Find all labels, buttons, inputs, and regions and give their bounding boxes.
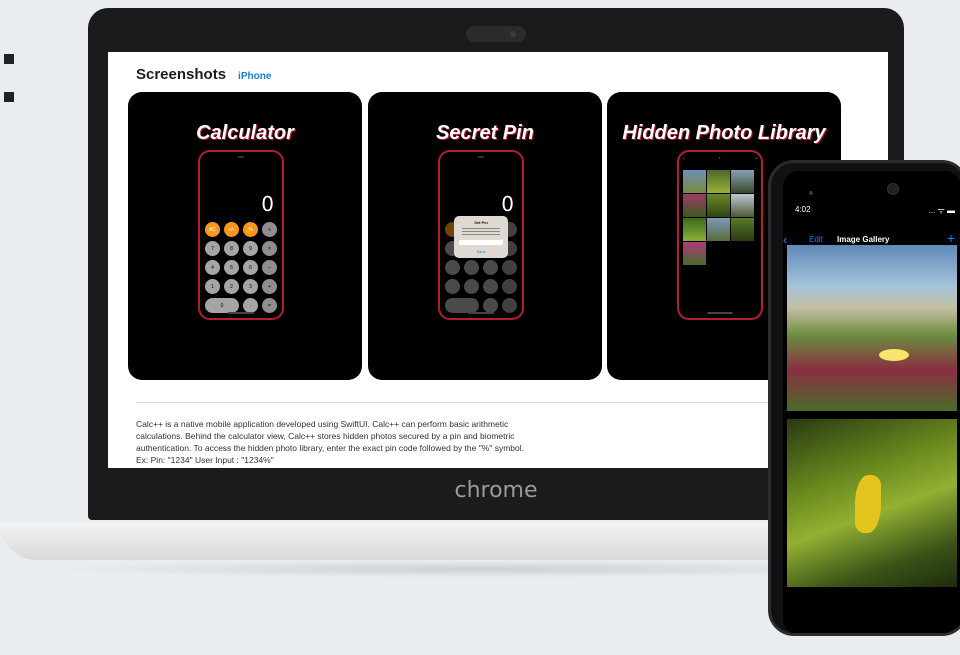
app-description: Calc++ is a native mobile application de… xyxy=(136,418,616,466)
phone-sensor-icon xyxy=(809,191,813,195)
dialog-title: Set Pin xyxy=(474,220,488,225)
dialog-save-button: Save xyxy=(476,249,486,254)
key-7: 7 xyxy=(205,241,220,256)
thumbnail xyxy=(683,218,706,241)
key-8: 8 xyxy=(224,241,239,256)
laptop-camera-notch xyxy=(466,26,526,42)
flower-shape xyxy=(879,349,909,361)
thumbnail xyxy=(683,194,706,217)
key-minus: − xyxy=(262,260,277,275)
key-equals: = xyxy=(262,298,277,313)
key-3: 3 xyxy=(243,279,258,294)
thumbnail xyxy=(707,218,730,241)
key-0: 0 xyxy=(205,298,239,313)
key-plus-minus: +/- xyxy=(224,222,239,237)
laptop-camera-icon xyxy=(510,31,516,37)
description-line: Ex: Pin: "1234" User Input : "1234%" xyxy=(136,455,274,465)
iphone-mockup: 0 Set Pin Save xyxy=(438,150,524,320)
status-bar: 4:02 ... ᯤ ▬ xyxy=(795,205,955,216)
thumbnail xyxy=(683,170,706,193)
tab-iphone[interactable]: iPhone xyxy=(238,71,271,82)
key-5: 5 xyxy=(224,260,239,275)
key-percent: % xyxy=(243,222,258,237)
description-line: calculations. Behind the calculator view… xyxy=(136,431,515,441)
key-9: 9 xyxy=(243,241,258,256)
pin-input xyxy=(459,240,503,245)
card-title: Hidden Photo Library xyxy=(622,122,826,144)
decorative-square-2 xyxy=(4,92,14,102)
key-multiply: × xyxy=(262,241,277,256)
key-ac: AC xyxy=(205,222,220,237)
mockup-notch xyxy=(238,156,244,158)
key-1: 1 xyxy=(205,279,220,294)
add-photo-icon[interactable]: + xyxy=(947,230,955,246)
key-decimal: . xyxy=(243,298,258,313)
gallery-header: ‹ ▪ + xyxy=(683,156,757,160)
set-pin-dialog: Set Pin Save xyxy=(454,216,508,258)
screenshot-card-secret-pin[interactable]: Secret Pin 0 Set Pin Save xyxy=(368,92,602,380)
card-title: Secret Pin xyxy=(436,122,534,144)
calculator-display: 0 xyxy=(501,192,514,216)
card-title: Calculator xyxy=(196,122,294,144)
leaf-shape xyxy=(855,475,881,533)
description-line: Calc++ is a native mobile application de… xyxy=(136,419,509,429)
gallery-title: Image Gallery xyxy=(837,235,890,244)
gallery-photo-leaves[interactable] xyxy=(787,419,957,587)
calculator-display: 0 xyxy=(261,192,274,216)
description-line: authentication. To access the hidden pho… xyxy=(136,443,524,453)
screenshot-card-calculator[interactable]: Calculator 0 AC +/- % ÷ 7 8 9 × 4 5 6 − … xyxy=(128,92,362,380)
thumbnail xyxy=(683,242,706,265)
key-plus: + xyxy=(262,279,277,294)
gallery-photo-flower[interactable] xyxy=(787,245,957,411)
status-icons: ... ᯤ ▬ xyxy=(928,206,955,215)
key-4: 4 xyxy=(205,260,220,275)
screenshots-header: Screenshots iPhone xyxy=(136,66,271,83)
iphone-mockup: 0 AC +/- % ÷ 7 8 9 × 4 5 6 − 1 2 3 + 0 . xyxy=(198,150,284,320)
section-title: Screenshots xyxy=(136,66,227,83)
thumbnail xyxy=(731,218,754,241)
mockup-home-indicator xyxy=(228,312,254,314)
thumbnail xyxy=(707,194,730,217)
calculator-keypad: AC +/- % ÷ 7 8 9 × 4 5 6 − 1 2 3 + 0 . = xyxy=(205,222,277,313)
thumbnail xyxy=(707,170,730,193)
thumbnail xyxy=(731,170,754,193)
iphone-mockup: ‹ ▪ + xyxy=(677,150,763,320)
gallery-grid xyxy=(683,170,754,265)
mockup-home-indicator xyxy=(707,312,733,314)
key-6: 6 xyxy=(243,260,258,275)
status-time: 4:02 xyxy=(795,205,811,214)
phone-screen: 4:02 ... ᯤ ▬ ‹ Edit Image Gallery + xyxy=(783,171,960,633)
android-phone: 4:02 ... ᯤ ▬ ‹ Edit Image Gallery + xyxy=(768,160,960,636)
decorative-square-1 xyxy=(4,54,14,64)
key-divide: ÷ xyxy=(262,222,277,237)
key-2: 2 xyxy=(224,279,239,294)
phone-camera-icon xyxy=(887,183,899,195)
edit-button[interactable]: Edit xyxy=(809,235,823,244)
mockup-notch xyxy=(478,156,484,158)
mockup-home-indicator xyxy=(468,312,494,314)
thumbnail xyxy=(731,194,754,217)
